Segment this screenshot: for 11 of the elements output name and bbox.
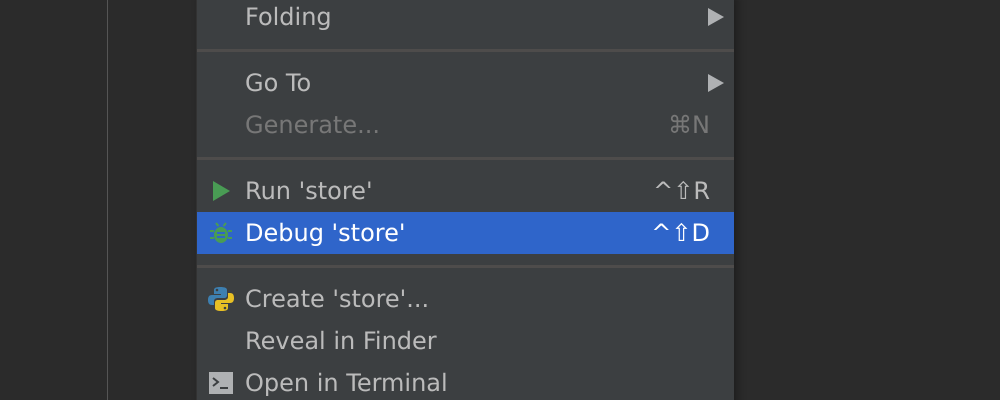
python-icon (207, 285, 235, 313)
menu-item[interactable]: Create 'store'... (197, 278, 734, 320)
menu-item[interactable]: Open in Terminal (197, 362, 734, 400)
menu-item[interactable]: Go To (197, 62, 734, 104)
bug-icon (209, 221, 233, 245)
play-icon (211, 180, 231, 202)
menu-item[interactable]: Folding (197, 0, 734, 38)
menu-item[interactable]: Debug 'store' ^⇧D (197, 212, 734, 254)
menu-item[interactable]: Run 'store' ^⇧R (197, 170, 734, 212)
menu-item[interactable]: Reveal in Finder (197, 320, 734, 362)
terminal-icon (209, 372, 233, 394)
